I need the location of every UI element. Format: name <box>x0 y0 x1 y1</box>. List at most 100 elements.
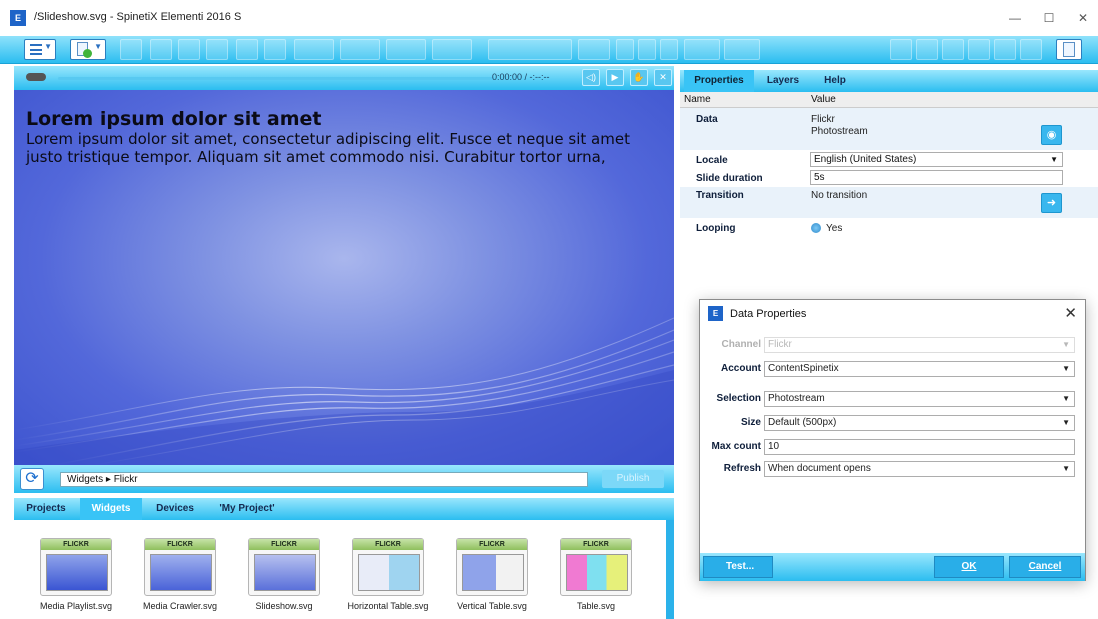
bold-button[interactable] <box>616 39 634 60</box>
property-name: Locale <box>696 155 728 166</box>
widget-item[interactable]: FLICKR Media Crawler.svg <box>138 538 222 611</box>
text-tool-button[interactable] <box>916 39 938 60</box>
stop-icon[interactable] <box>26 73 46 81</box>
page-properties-button[interactable] <box>1056 39 1082 60</box>
zoom-out-button[interactable] <box>890 39 912 60</box>
media-tool-button[interactable] <box>968 39 990 60</box>
layer-order-button[interactable] <box>340 39 380 60</box>
max-count-row: Max count 10 <box>700 439 1085 455</box>
widget-label: Table.svg <box>576 601 616 611</box>
library-scrollbar[interactable] <box>666 520 674 619</box>
undo-button[interactable] <box>236 39 258 60</box>
chevron-down-icon: ▼ <box>1062 394 1070 403</box>
data-source-value: Flickr <box>811 114 835 125</box>
tab-layers[interactable]: Layers <box>758 70 808 92</box>
new-document-button[interactable]: ▼ <box>70 39 106 60</box>
tab-widgets[interactable]: Widgets <box>80 498 142 520</box>
font-size-select[interactable] <box>578 39 610 60</box>
widget-badge: FLICKR <box>41 539 111 550</box>
max-count-label: Max count <box>711 441 761 452</box>
selection-value: Photostream <box>768 393 825 404</box>
slide-duration-input[interactable]: 5s <box>810 170 1063 185</box>
app-logo-icon: E <box>708 306 723 321</box>
looping-value: Yes <box>826 223 843 234</box>
minimize-button[interactable]: — <box>1000 8 1030 28</box>
grid-tool-button[interactable] <box>994 39 1016 60</box>
property-duration-row: Slide duration 5s <box>680 170 1098 186</box>
volume-icon[interactable]: ◁) <box>582 69 600 86</box>
close-icon[interactable]: ✕ <box>1064 304 1077 322</box>
tab-projects[interactable]: Projects <box>14 498 78 520</box>
italic-button[interactable] <box>638 39 656 60</box>
property-name: Looping <box>696 223 736 234</box>
refresh-label: Refresh <box>723 463 761 474</box>
data-properties-dialog: E Data Properties ✕ Channel Flickr ▼ Acco… <box>699 299 1086 581</box>
publish-button[interactable]: Publish <box>602 470 664 488</box>
chevron-down-icon: ▼ <box>1062 418 1070 427</box>
text-color-button[interactable] <box>724 39 760 60</box>
rss-icon[interactable]: ◉ <box>1041 125 1062 145</box>
tab-properties[interactable]: Properties <box>684 70 754 92</box>
copy-button[interactable] <box>178 39 200 60</box>
refresh-icon[interactable]: ⟳ <box>20 468 44 490</box>
layout-button[interactable] <box>432 39 472 60</box>
close-preview-icon[interactable]: ✕ <box>654 69 672 86</box>
timeline-slider[interactable] <box>58 77 494 80</box>
account-row: Account ContentSpinetix ▼ <box>700 361 1085 377</box>
property-looping-row: Looping Yes <box>680 222 1098 238</box>
cancel-button[interactable]: Cancel <box>1009 556 1081 578</box>
chevron-down-icon: ▼ <box>1062 340 1070 349</box>
image-tool-button[interactable] <box>942 39 964 60</box>
flickr-widget-thumbnail: FLICKR <box>40 538 112 596</box>
underline-button[interactable] <box>660 39 678 60</box>
widget-item[interactable]: FLICKR Horizontal Table.svg <box>346 538 430 611</box>
play-icon[interactable]: ▶ <box>606 69 624 86</box>
transition-value: No transition <box>811 190 868 201</box>
max-count-input[interactable]: 10 <box>764 439 1075 455</box>
shape-button[interactable] <box>386 39 426 60</box>
widget-item[interactable]: FLICKR Media Playlist.svg <box>34 538 118 611</box>
size-value: Default (500px) <box>768 417 837 428</box>
redo-button[interactable] <box>264 39 286 60</box>
size-select[interactable]: Default (500px) ▼ <box>764 415 1075 431</box>
tab-devices[interactable]: Devices <box>146 498 204 520</box>
menu-button[interactable]: ▼ <box>24 39 56 60</box>
tab-help[interactable]: Help <box>812 70 858 92</box>
add-icon <box>83 49 92 58</box>
widget-preview <box>566 554 628 591</box>
window-title: /Slideshow.svg - SpinetiX Elementi 2016 … <box>34 11 242 23</box>
refresh-select[interactable]: When document opens ▼ <box>764 461 1075 477</box>
locale-select[interactable]: English (United States) ▼ <box>810 152 1063 167</box>
transition-edit-icon[interactable]: ➜ <box>1041 193 1062 213</box>
save-button[interactable] <box>120 39 142 60</box>
main-toolbar: ▼ ▼ <box>0 36 1098 64</box>
slide-title: Lorem ipsum dolor sit amet <box>26 108 322 130</box>
path-field[interactable]: Widgets ▸ Flickr <box>60 472 588 487</box>
preview-tool-button[interactable] <box>1020 39 1042 60</box>
widget-badge: FLICKR <box>249 539 319 550</box>
widget-item[interactable]: FLICKR Vertical Table.svg <box>450 538 534 611</box>
text-align-button[interactable] <box>684 39 720 60</box>
widget-item[interactable]: FLICKR Slideshow.svg <box>242 538 326 611</box>
tab-my-project[interactable]: 'My Project' <box>208 498 286 520</box>
cut-button[interactable] <box>150 39 172 60</box>
column-value-header: Value <box>811 94 836 105</box>
paste-button[interactable] <box>206 39 228 60</box>
page-icon <box>1063 42 1075 57</box>
font-family-select[interactable] <box>488 39 572 60</box>
account-value: ContentSpinetix <box>768 363 839 374</box>
refresh-row: Refresh When document opens ▼ <box>700 461 1085 477</box>
widget-label: Media Playlist.svg <box>39 601 113 611</box>
selection-select[interactable]: Photostream ▼ <box>764 391 1075 407</box>
maximize-button[interactable]: ☐ <box>1034 8 1064 28</box>
align-button[interactable] <box>294 39 334 60</box>
ok-button[interactable]: OK <box>934 556 1004 578</box>
test-button[interactable]: Test... <box>703 556 773 578</box>
looping-radio[interactable] <box>811 223 821 233</box>
close-window-button[interactable]: ✕ <box>1068 8 1098 28</box>
widget-item[interactable]: FLICKR Table.svg <box>554 538 638 611</box>
hand-icon[interactable]: ✋ <box>630 69 648 86</box>
slide-canvas[interactable]: Lorem ipsum dolor sit amet Lorem ipsum d… <box>14 90 674 465</box>
account-select[interactable]: ContentSpinetix ▼ <box>764 361 1075 377</box>
slide-body-text: Lorem ipsum dolor sit amet, consectetur … <box>26 130 630 166</box>
